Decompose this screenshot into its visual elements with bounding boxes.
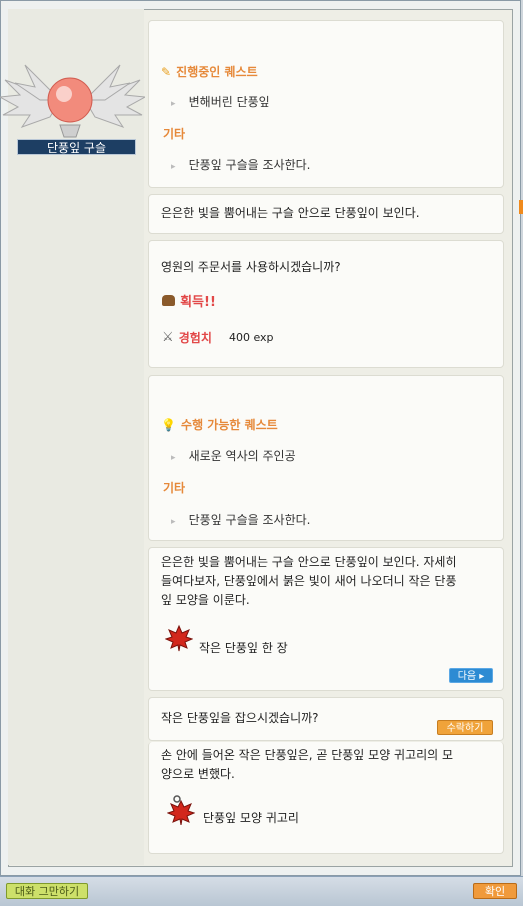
bullet-icon: ▸ [171, 517, 176, 527]
footer-bar: 대화 그만하기 확인 [0, 876, 523, 906]
wing-right-icon [83, 64, 145, 128]
dialog-text-panel-2: 은은한 빛을 뿜어내는 구슬 안으로 단풍잎이 보인다. 자세히 들여다보자, … [148, 547, 504, 691]
bullet-icon: ▸ [171, 453, 176, 463]
quest-available-panel: 💡 수행 가능한 퀘스트 ▸ 새로운 역사의 주인공 기타 ▸ 단풍잎 구슬을 … [148, 375, 504, 541]
quest-name: 새로운 역사의 주인공 [188, 449, 296, 463]
dialog-text: 은은한 빛을 뿜어내는 구슬 안으로 단풍잎이 보인다. [161, 206, 420, 220]
bullet-icon: ▸ [171, 162, 176, 172]
dialog-question-panel: 작은 단풍잎을 잡으시겠습니까? 수락하기 [148, 697, 504, 741]
scroll-handle[interactable] [519, 200, 523, 214]
npc-portrait [0, 64, 145, 138]
etc-item-text: 단풍잎 구슬을 조사한다. [188, 513, 311, 527]
etc-item[interactable]: ▸ 단풍잎 구슬을 조사한다. [171, 509, 310, 528]
etc-item[interactable]: ▸ 단풍잎 구슬을 조사한다. [171, 154, 310, 173]
etc-label: 기타 [163, 481, 186, 495]
dialog-line: 들여다보자, 단풍잎에서 붉은 빛이 새어 나오더니 작은 단풍 [161, 574, 457, 588]
dialog-line: 손 안에 들어온 작은 단풍잎은, 곧 단풍잎 모양 귀고리의 모 [161, 748, 454, 762]
reward-label: 획득!! [180, 295, 216, 310]
quest-progress-heading: 진행중인 퀘스트 [176, 65, 258, 79]
quest-progress-icon: ✎ [161, 65, 172, 79]
maple-leaf-icon [165, 624, 193, 652]
sword-icon: ⚔ [162, 330, 174, 345]
maple-earring-icon [167, 795, 195, 825]
dialog-text-panel-3: 손 안에 들어온 작은 단풍잎은, 곧 단풍잎 모양 귀고리의 모 양으로 변했… [148, 742, 504, 854]
dialog-question: 영원의 주문서를 사용하시겠습니까? [161, 260, 341, 274]
quest-item[interactable]: ▸ 새로운 역사의 주인공 [171, 445, 296, 464]
npc-name-tag: 단풍잎 구슬 [17, 139, 136, 155]
next-button[interactable]: 다음 ▸ [449, 668, 493, 683]
dialog-text-panel-1: 은은한 빛을 뿜어내는 구슬 안으로 단풍잎이 보인다. [148, 194, 504, 234]
item-name: 작은 단풍잎 한 장 [199, 641, 288, 655]
quest-available-heading: 수행 가능한 퀘스트 [181, 418, 278, 432]
bullet-icon: ▸ [171, 99, 176, 109]
end-chat-button[interactable]: 대화 그만하기 [6, 883, 88, 899]
dialog-line: 양으로 변했다. [161, 767, 235, 781]
accept-button[interactable]: 수락하기 [437, 720, 493, 735]
orb-icon [47, 77, 93, 123]
quest-item[interactable]: ▸ 변해버린 단풍잎 [171, 91, 270, 110]
etc-item-text: 단풍잎 구슬을 조사한다. [188, 158, 311, 172]
quest-name: 변해버린 단풍잎 [188, 95, 270, 109]
item-name: 단풍잎 모양 귀고리 [203, 811, 299, 825]
bag-icon [162, 295, 175, 306]
dialog-question: 작은 단풍잎을 잡으시겠습니까? [161, 711, 319, 725]
next-button-label: 다음 [457, 671, 477, 682]
exp-label: 경험치 [178, 331, 212, 345]
etc-label: 기타 [163, 127, 186, 141]
reward-panel: 영원의 주문서를 사용하시겠습니까? 획득!! ⚔ 경험치 400 exp [148, 240, 504, 368]
ok-button[interactable]: 확인 [473, 883, 517, 899]
exp-value: 400 exp [228, 331, 274, 344]
dialog-line: 잎 모양을 이룬다. [161, 593, 250, 607]
quest-in-progress-panel: ✎ 진행중인 퀘스트 ▸ 변해버린 단풍잎 기타 ▸ 단풍잎 구슬을 조사한다. [148, 20, 504, 188]
dialog-line: 은은한 빛을 뿜어내는 구슬 안으로 단풍잎이 보인다. 자세히 [161, 555, 457, 569]
lightbulb-icon: 💡 [161, 418, 176, 432]
